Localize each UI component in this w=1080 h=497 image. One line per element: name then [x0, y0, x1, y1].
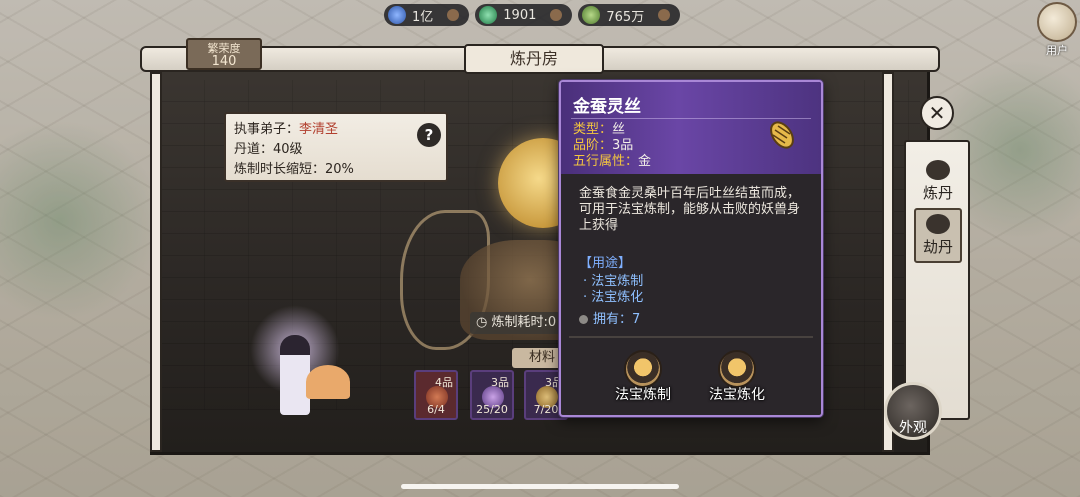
action-label: 法宝炼制: [615, 387, 671, 403]
avatar: [1037, 2, 1077, 42]
resource-spirit-stone[interactable]: 1亿: [384, 4, 470, 26]
side-tab-panel: 炼丹 劫丹: [904, 140, 970, 420]
cauldron-icon: [926, 160, 950, 180]
material-count: 25/20: [476, 403, 508, 416]
silkworm-icon: [770, 121, 794, 149]
resource-herb[interactable]: 765万: [578, 4, 681, 26]
home-indicator[interactable]: [401, 484, 679, 489]
add-icon[interactable]: [447, 9, 460, 21]
appearance-label: 外观: [899, 420, 927, 436]
character-body: [280, 335, 310, 415]
herb-icon: [582, 6, 601, 24]
usage-item: · 法宝炼化: [583, 290, 644, 305]
dandao-level: 丹道：40级: [234, 142, 303, 157]
prosperity-value: 140: [211, 54, 237, 69]
disciple-label: 执事弟子：: [234, 122, 300, 137]
close-icon[interactable]: ✕: [920, 96, 954, 130]
item-title: 金蚕灵丝: [573, 97, 641, 117]
craft-time-text: 炼制耗时:0: [491, 315, 557, 330]
pillar: [150, 72, 162, 452]
user-button[interactable]: 用户: [1034, 2, 1080, 58]
material-count: 6/4: [427, 403, 445, 416]
resource-value: 1亿: [412, 9, 434, 25]
user-label: 用户: [1046, 44, 1068, 57]
appearance-button[interactable]: 外观: [884, 382, 942, 440]
material-grade: 4品: [435, 376, 453, 389]
green-jade-icon: [479, 6, 498, 24]
material-slot[interactable]: 3品 25/20: [470, 370, 514, 420]
add-icon[interactable]: [658, 9, 671, 21]
tab-robbery[interactable]: 劫丹: [914, 208, 962, 263]
bullet-icon: [579, 315, 588, 324]
action-label: 法宝炼化: [709, 387, 765, 403]
prosperity-badge: 繁荣度 140: [186, 38, 262, 70]
refine-artifact-button[interactable]: 法宝炼化: [695, 350, 779, 404]
item-description: 金蚕食金灵桑叶百年后吐丝结茧而成，可用于法宝炼制，能够从击败的妖兽身上获得: [579, 186, 801, 233]
resource-jade[interactable]: 1901: [475, 4, 573, 26]
craft-time-bar: ◷ 炼制耗时:0: [470, 312, 570, 334]
resource-value: 765万: [606, 9, 645, 25]
clock-icon: ◷: [476, 315, 492, 330]
house-title: 炼丹房: [464, 44, 604, 74]
artifact-forge-icon: [624, 350, 662, 388]
fan: [306, 365, 350, 399]
tab-alchemy[interactable]: 炼丹: [914, 160, 962, 203]
tab-label: 炼丹: [922, 184, 953, 202]
blue-crystal-icon: [388, 6, 406, 24]
attr-grade: 品阶：3品: [573, 138, 634, 153]
material-slot[interactable]: 4品 6/4: [414, 370, 458, 420]
eye-icon: [926, 214, 950, 234]
usage-title: 【用途】: [579, 256, 632, 271]
item-detail-popup: 金蚕灵丝 类型：丝 品阶：3品 五行属性：金 金蚕食金灵桑叶百年后吐丝结茧而成，…: [559, 80, 823, 417]
attr-element: 五行属性：金: [573, 154, 652, 169]
item-attributes: 类型：丝 品阶：3品 五行属性：金: [573, 122, 651, 170]
disciple-character[interactable]: [240, 305, 350, 425]
disciple-info-card: 执事弟子：李清圣 丹道：40级 炼制时长缩短：20%: [224, 112, 448, 182]
artifact-refine-icon: [718, 350, 756, 388]
attr-type: 类型：丝: [573, 122, 626, 137]
resource-value: 1901: [503, 7, 537, 23]
material-grade: 3品: [491, 376, 509, 389]
help-button[interactable]: ?: [417, 123, 441, 147]
divider: [569, 336, 813, 338]
add-icon[interactable]: [550, 9, 563, 21]
tab-label: 劫丹: [922, 238, 953, 256]
forge-artifact-button[interactable]: 法宝炼制: [601, 350, 685, 404]
disciple-name[interactable]: 李清圣: [299, 122, 338, 137]
time-reduction: 炼制时长缩短：20%: [234, 162, 354, 177]
owned-count: 拥有：7: [579, 308, 640, 327]
resource-bar: 1亿 1901 765万: [384, 4, 681, 28]
disciple-row: 执事弟子：李清圣: [234, 120, 438, 140]
